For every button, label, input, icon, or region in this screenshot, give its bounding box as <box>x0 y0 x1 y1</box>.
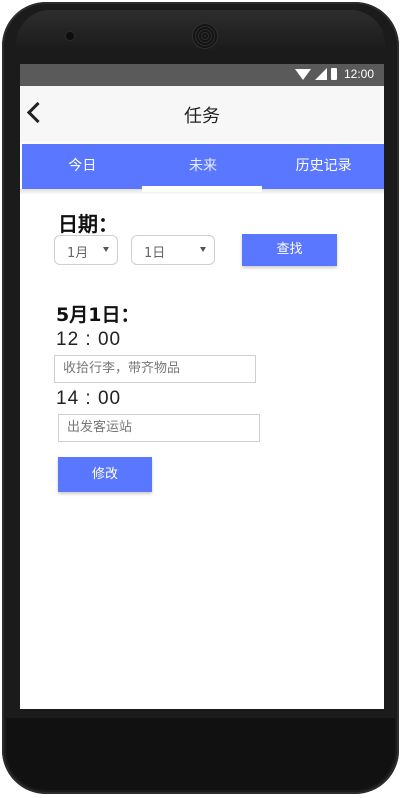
dropdown-arrow-icon <box>200 247 206 252</box>
schedule-time: 12 : 00 <box>56 329 122 350</box>
signal-icon <box>314 68 327 80</box>
day-select-value: 1日 <box>144 246 166 261</box>
dropdown-arrow-icon <box>103 247 109 252</box>
page-title: 任务 <box>184 106 220 127</box>
active-tab-indicator <box>142 186 262 192</box>
status-icons: 12:00 <box>294 67 374 81</box>
wifi-icon <box>294 69 311 80</box>
status-time: 12:00 <box>343 67 374 81</box>
month-select-value: 1月 <box>67 246 89 261</box>
tab-today[interactable]: 今日 <box>22 144 143 189</box>
day-select[interactable]: 1日 <box>131 235 215 265</box>
battery-icon <box>330 68 337 80</box>
earpiece-speaker-icon <box>193 24 217 48</box>
status-bar: 12:00 <box>20 64 384 86</box>
month-select[interactable]: 1月 <box>54 235 118 265</box>
schedule-day-title: 5月1日： <box>56 304 140 326</box>
tab-future[interactable]: 未来 <box>143 144 264 189</box>
front-camera-icon <box>66 32 74 40</box>
app-bar: 任务 <box>20 86 384 142</box>
date-label: 日期： <box>58 212 118 236</box>
task-input[interactable]: 收拾行李，带齐物品 <box>54 355 256 383</box>
search-button[interactable]: 查找 <box>242 234 337 266</box>
task-input[interactable]: 出发客运站 <box>58 414 260 442</box>
tab-bar: 今日 未来 历史记录 <box>22 144 384 189</box>
app-screen: 12:00 任务 今日 未来 历史记录 日期： 1月 1日 查找 5月1日： 1… <box>20 64 384 709</box>
tab-history[interactable]: 历史记录 <box>263 144 384 189</box>
edit-button[interactable]: 修改 <box>58 457 152 492</box>
schedule-time: 14 : 00 <box>56 388 122 409</box>
phone-bottom-bezel <box>6 718 395 790</box>
